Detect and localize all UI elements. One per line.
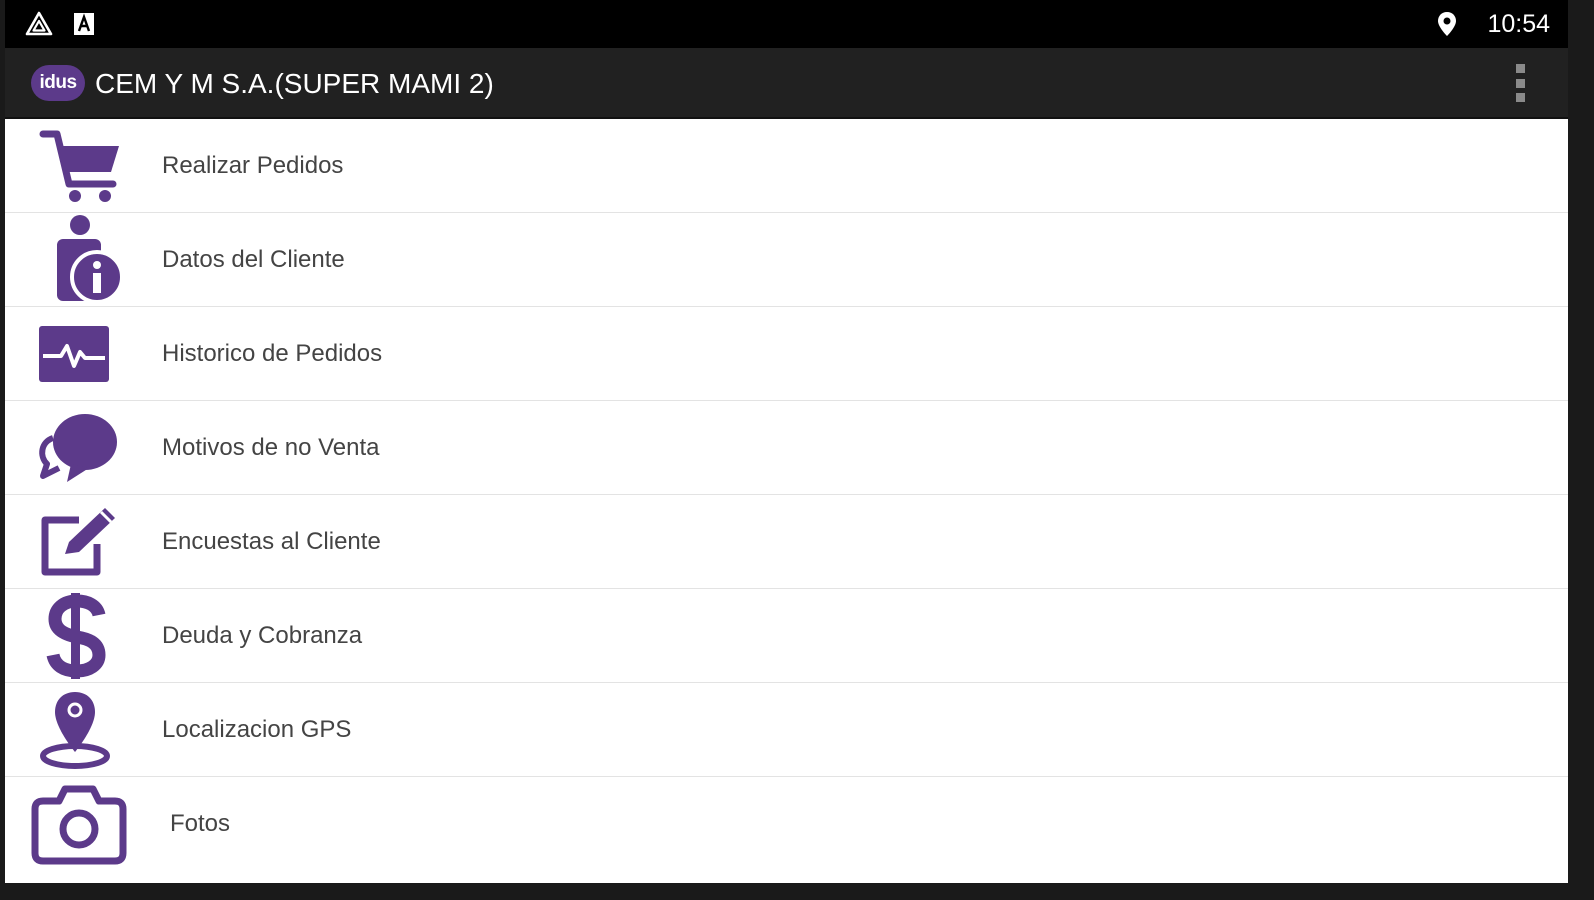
gps-pin-icon xyxy=(31,690,127,770)
menu-item-fotos[interactable]: Fotos xyxy=(5,777,1568,877)
menu-dot xyxy=(1515,93,1525,102)
drive-icon xyxy=(25,10,53,38)
menu-item-label: Motivos de no Venta xyxy=(162,434,380,461)
pulse-monitor-icon xyxy=(31,314,127,394)
menu-dot xyxy=(1515,78,1525,88)
page-title: CEM Y M S.A.(SUPER MAMI 2) xyxy=(95,68,494,99)
menu-item-label: Historico de Pedidos xyxy=(162,340,383,367)
dollar-icon xyxy=(31,591,127,681)
menu-item-datos-del-cliente[interactable]: Datos del Cliente xyxy=(5,213,1568,307)
menu-dot xyxy=(1515,64,1525,73)
edit-survey-icon xyxy=(31,502,127,582)
overflow-menu-icon[interactable] xyxy=(1508,60,1532,106)
app-bar: idus CEM Y M S.A.(SUPER MAMI 2) xyxy=(5,48,1568,119)
menu-item-historico-de-pedidos[interactable]: Historico de Pedidos xyxy=(5,307,1568,401)
main-menu-list: Realizar Pedidos Datos del Cliente Histo… xyxy=(5,119,1568,877)
menu-item-label: Datos del Cliente xyxy=(162,246,345,273)
menu-item-label: Encuestas al Cliente xyxy=(162,528,381,555)
menu-item-localizacion-gps[interactable]: Localizacion GPS xyxy=(5,683,1568,777)
a-badge-icon xyxy=(73,10,95,38)
app-logo: idus xyxy=(31,65,85,101)
camera-icon xyxy=(31,783,127,867)
menu-item-deuda-y-cobranza[interactable]: Deuda y Cobranza xyxy=(5,589,1568,683)
status-bar: 10:54 xyxy=(5,0,1568,48)
menu-item-motivos-de-no-venta[interactable]: Motivos de no Venta xyxy=(5,401,1568,495)
status-time: 10:54 xyxy=(1487,10,1550,38)
menu-item-label: Realizar Pedidos xyxy=(162,152,344,179)
location-pin-icon xyxy=(1436,10,1458,38)
menu-item-realizar-pedidos[interactable]: Realizar Pedidos xyxy=(5,119,1568,213)
client-info-icon xyxy=(31,215,127,303)
shopping-cart-icon xyxy=(31,126,127,206)
menu-item-label: Localizacion GPS xyxy=(162,716,352,743)
speech-bubbles-icon xyxy=(31,408,127,488)
app-screen: 10:54 idus CEM Y M S.A.(SUPER MAMI 2) Re… xyxy=(5,0,1568,883)
menu-item-encuestas-al-cliente[interactable]: Encuestas al Cliente xyxy=(5,495,1568,589)
menu-item-label: Deuda y Cobranza xyxy=(162,622,363,649)
menu-item-label: Fotos xyxy=(170,810,231,837)
